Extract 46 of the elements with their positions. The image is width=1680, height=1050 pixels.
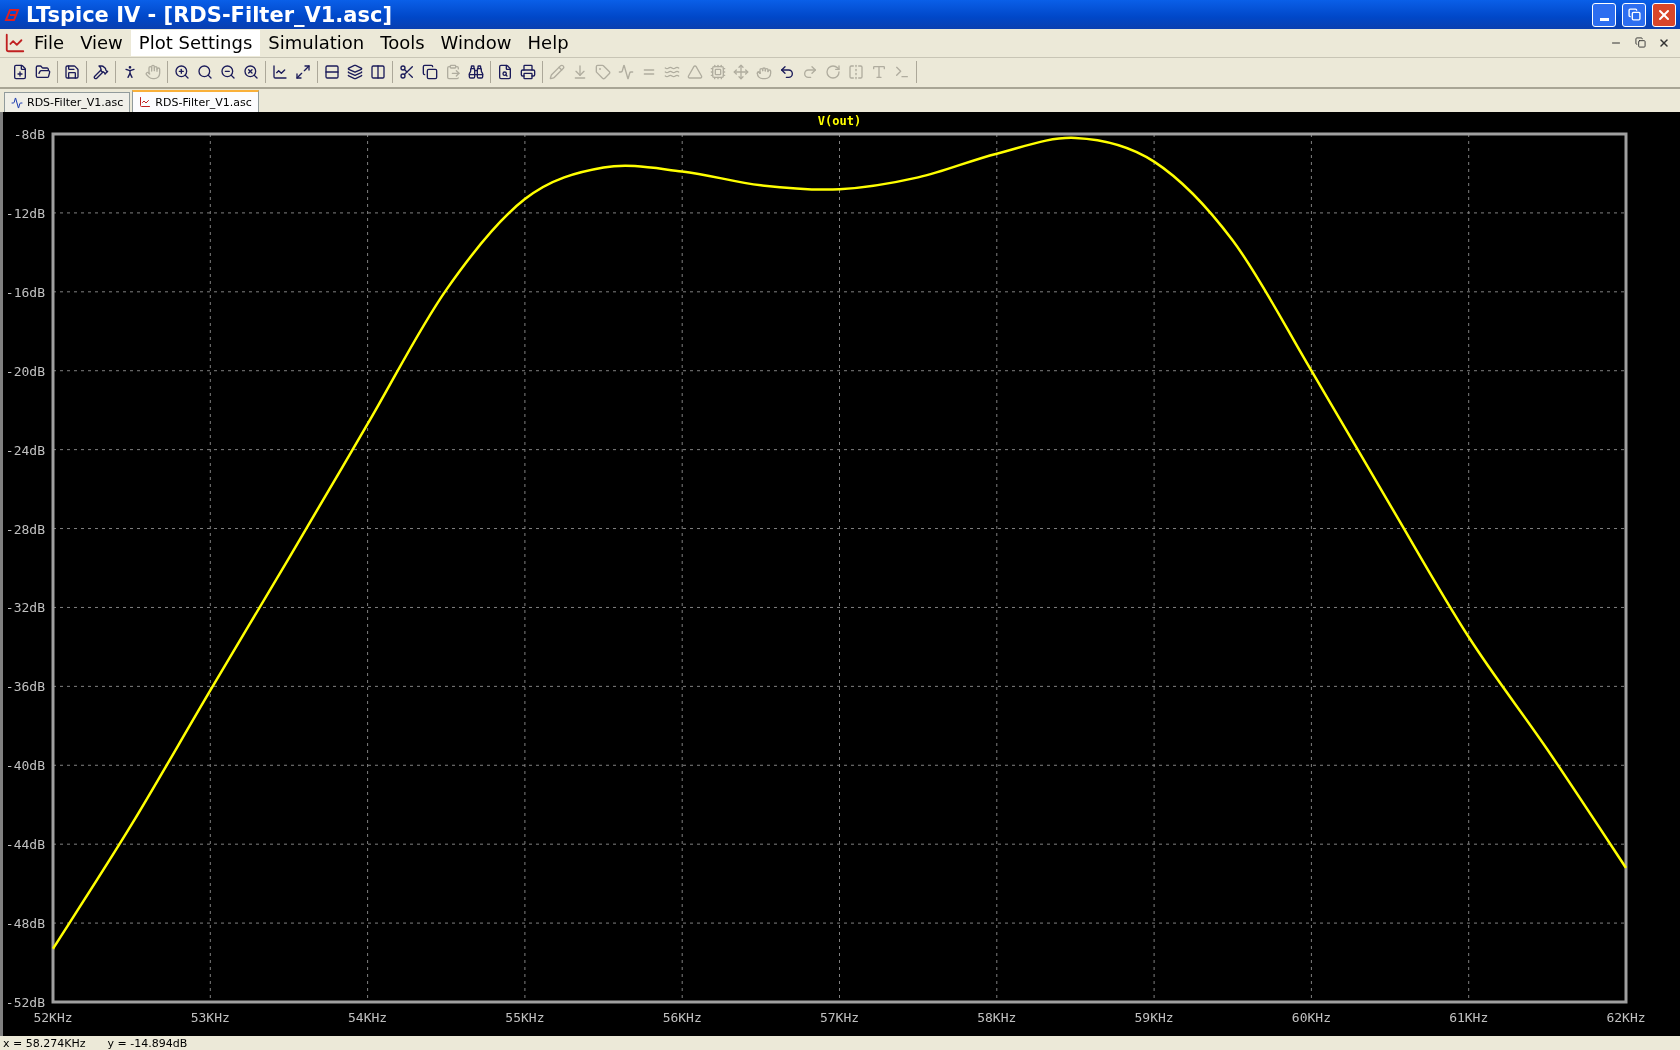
restore-button[interactable] <box>1622 2 1646 27</box>
y-tick-label: -8dB <box>13 127 45 143</box>
close-button[interactable] <box>1652 2 1676 27</box>
menu-item[interactable]: Simulation <box>260 29 373 56</box>
y-tick-label: -40dB <box>5 758 45 774</box>
restore-icon <box>1627 8 1641 22</box>
x-tick-label: 60KHz <box>1291 1010 1331 1026</box>
x-tick-label: 55KHz <box>505 1010 545 1026</box>
y-tick-label: -44dB <box>5 837 45 853</box>
x-reading: x = 58.274KHz <box>3 1036 86 1050</box>
app-logo-icon <box>4 7 20 22</box>
x-tick-label: 56KHz <box>662 1010 702 1026</box>
menu-item[interactable]: Tools <box>372 29 433 56</box>
x-tick-label: 62KHz <box>1606 1010 1646 1026</box>
menu-item[interactable]: Plot Settings <box>130 29 261 56</box>
y-tick-label: -20dB <box>5 364 45 380</box>
x-tick-label: 54KHz <box>348 1010 388 1026</box>
window-title: LTspice IV - [RDS-Filter_V1.asc] <box>26 2 394 27</box>
y-tick-label: -52dB <box>5 995 45 1011</box>
document-tab[interactable]: RDS-Filter_V1.asc <box>4 92 131 113</box>
x-tick-label: 58KHz <box>977 1010 1017 1026</box>
x-tick-label: 52KHz <box>33 1010 73 1026</box>
x-tick-label: 57KHz <box>819 1010 860 1026</box>
y-tick-label: -12dB <box>5 206 45 222</box>
menu-item[interactable]: View <box>72 29 131 56</box>
chart-line-icon <box>4 31 26 54</box>
y-tick-label: -16dB <box>5 285 45 301</box>
document-tab[interactable]: RDS-Filter_V1.asc <box>132 90 259 113</box>
y-tick-label: -32dB <box>5 600 45 616</box>
chart-line-icon <box>139 96 152 109</box>
x-tick-label: 61KHz <box>1449 1010 1489 1026</box>
menu-item[interactable]: File <box>26 29 73 56</box>
y-tick-label: -28dB <box>5 521 45 537</box>
trace-label: V(out) <box>817 114 862 129</box>
x-tick-label: 53KHz <box>190 1010 230 1026</box>
minimize-button[interactable] <box>1592 2 1616 27</box>
restore-icon <box>1634 37 1646 49</box>
close-icon <box>1658 36 1670 49</box>
y-tick-label: -48dB <box>5 916 45 932</box>
y-tick-label: -36dB <box>5 679 45 695</box>
menu-item[interactable]: Help <box>519 29 577 56</box>
menu-item[interactable]: Window <box>432 29 520 56</box>
minimize-icon <box>1599 18 1609 22</box>
x-tick-label: 59KHz <box>1134 1010 1174 1026</box>
y-reading: y = -14.894dB <box>107 1036 188 1050</box>
y-tick-label: -24dB <box>5 442 45 458</box>
